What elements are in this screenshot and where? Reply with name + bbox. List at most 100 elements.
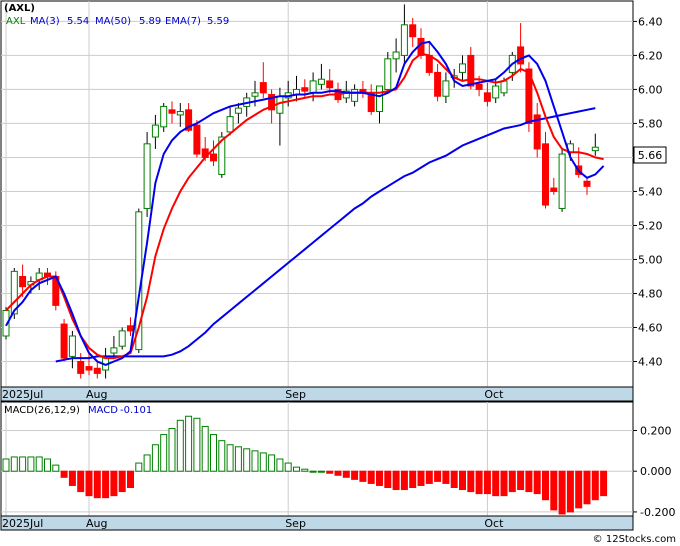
macd-bar bbox=[268, 454, 276, 472]
macd-bar bbox=[409, 470, 417, 489]
candle bbox=[434, 71, 442, 97]
macd-bar bbox=[2, 458, 10, 472]
macd-bar bbox=[425, 470, 433, 484]
candle bbox=[475, 83, 483, 90]
price-x-label: 2025Jul bbox=[2, 388, 43, 401]
macd-bar bbox=[367, 470, 375, 484]
macd-bar bbox=[492, 470, 500, 497]
macd-bar bbox=[442, 470, 450, 484]
macd-legend-value: -0.101 bbox=[120, 405, 152, 416]
macd-bar bbox=[351, 470, 359, 480]
candle bbox=[176, 111, 184, 116]
macd-bar bbox=[44, 458, 51, 472]
candle bbox=[309, 80, 317, 94]
macd-bar bbox=[533, 470, 541, 495]
legend-ma3: MA(3) bbox=[30, 16, 60, 27]
macd-bar bbox=[210, 434, 217, 472]
candle bbox=[500, 80, 508, 94]
macd-bar bbox=[359, 470, 367, 482]
candle bbox=[127, 325, 134, 332]
price-tick-label: 6.20 bbox=[638, 49, 663, 62]
macd-bar bbox=[293, 466, 300, 472]
candle bbox=[210, 153, 217, 162]
candle bbox=[392, 51, 400, 60]
candle bbox=[483, 92, 491, 102]
macd-bar bbox=[301, 468, 309, 472]
macd-bar bbox=[558, 470, 566, 515]
macd-bar bbox=[483, 470, 491, 495]
macd-bar bbox=[517, 470, 525, 491]
watermark: © 12Stocks.com bbox=[593, 534, 676, 545]
candle bbox=[317, 78, 325, 85]
candle bbox=[542, 143, 549, 206]
candle bbox=[591, 146, 599, 152]
legend-ema7: EMA(7) bbox=[165, 16, 201, 27]
candle bbox=[550, 187, 558, 192]
price-x-label: Oct bbox=[484, 388, 504, 401]
macd-bar bbox=[251, 450, 259, 472]
price-x-label: Sep bbox=[285, 388, 306, 401]
legend-axl: AXL bbox=[6, 16, 26, 27]
macd-bar bbox=[143, 454, 151, 472]
legend-ema7-value: 5.59 bbox=[207, 16, 229, 27]
macd-bar bbox=[218, 440, 226, 472]
candle bbox=[301, 87, 309, 92]
legend-ma50: MA(50) bbox=[95, 16, 131, 27]
macd-bar bbox=[326, 470, 334, 474]
candle bbox=[517, 46, 525, 65]
macd-x-label: Oct bbox=[484, 517, 504, 530]
candle bbox=[467, 54, 475, 87]
macd-bar bbox=[400, 470, 408, 491]
macd-bar bbox=[542, 470, 549, 501]
macd-bar bbox=[525, 470, 533, 493]
candle bbox=[85, 366, 93, 371]
macd-bar bbox=[575, 470, 583, 509]
macd-bar bbox=[102, 470, 110, 499]
macd-bar bbox=[500, 470, 508, 497]
candle bbox=[93, 367, 101, 374]
macd-x-label: Aug bbox=[86, 517, 107, 530]
macd-bar bbox=[284, 462, 292, 472]
price-x-label: Aug bbox=[86, 388, 107, 401]
macd-bar bbox=[226, 444, 234, 472]
macd-panel: 0.200 0.000 -0.200 2025Jul Aug Sep Oct MACD(2… bbox=[0, 401, 675, 531]
candle bbox=[77, 360, 85, 374]
candle bbox=[151, 124, 159, 138]
macd-title: MACD(26,12,9) bbox=[4, 405, 80, 416]
macd-bar bbox=[508, 470, 516, 493]
macd-bar bbox=[467, 470, 475, 493]
candle bbox=[19, 275, 27, 288]
macd-bar bbox=[376, 470, 383, 486]
candle bbox=[351, 88, 359, 102]
price-tick-label: 4.40 bbox=[638, 355, 663, 368]
macd-bar bbox=[77, 470, 85, 493]
macd-bar bbox=[342, 470, 350, 478]
macd-bar bbox=[600, 470, 608, 497]
candle bbox=[425, 54, 433, 73]
candle bbox=[110, 347, 118, 354]
macd-bar bbox=[317, 470, 325, 473]
macd-bar bbox=[259, 452, 267, 472]
macd-bar bbox=[35, 456, 43, 472]
macd-bar bbox=[201, 425, 209, 472]
candle bbox=[160, 105, 168, 128]
price-tick-label: 6.00 bbox=[638, 83, 663, 96]
macd-bar bbox=[10, 456, 18, 472]
macd-bar bbox=[135, 462, 143, 472]
macd-bar bbox=[384, 470, 392, 489]
candle bbox=[251, 92, 259, 97]
candle bbox=[376, 85, 383, 113]
macd-bar bbox=[151, 444, 159, 472]
macd-bar bbox=[168, 427, 176, 472]
candle bbox=[259, 82, 267, 94]
price-tick-label: 6.40 bbox=[638, 15, 663, 28]
macd-bar bbox=[243, 448, 251, 472]
macd-bar bbox=[276, 458, 284, 472]
price-tick-label: 5.00 bbox=[638, 253, 663, 266]
price-tick-label: 4.80 bbox=[638, 287, 663, 300]
macd-bar bbox=[434, 470, 442, 482]
macd-tick-label: 0.000 bbox=[640, 465, 672, 478]
macd-bar bbox=[60, 470, 68, 478]
legend-ma3-value: 5.54 bbox=[67, 16, 89, 27]
candle bbox=[492, 85, 500, 99]
